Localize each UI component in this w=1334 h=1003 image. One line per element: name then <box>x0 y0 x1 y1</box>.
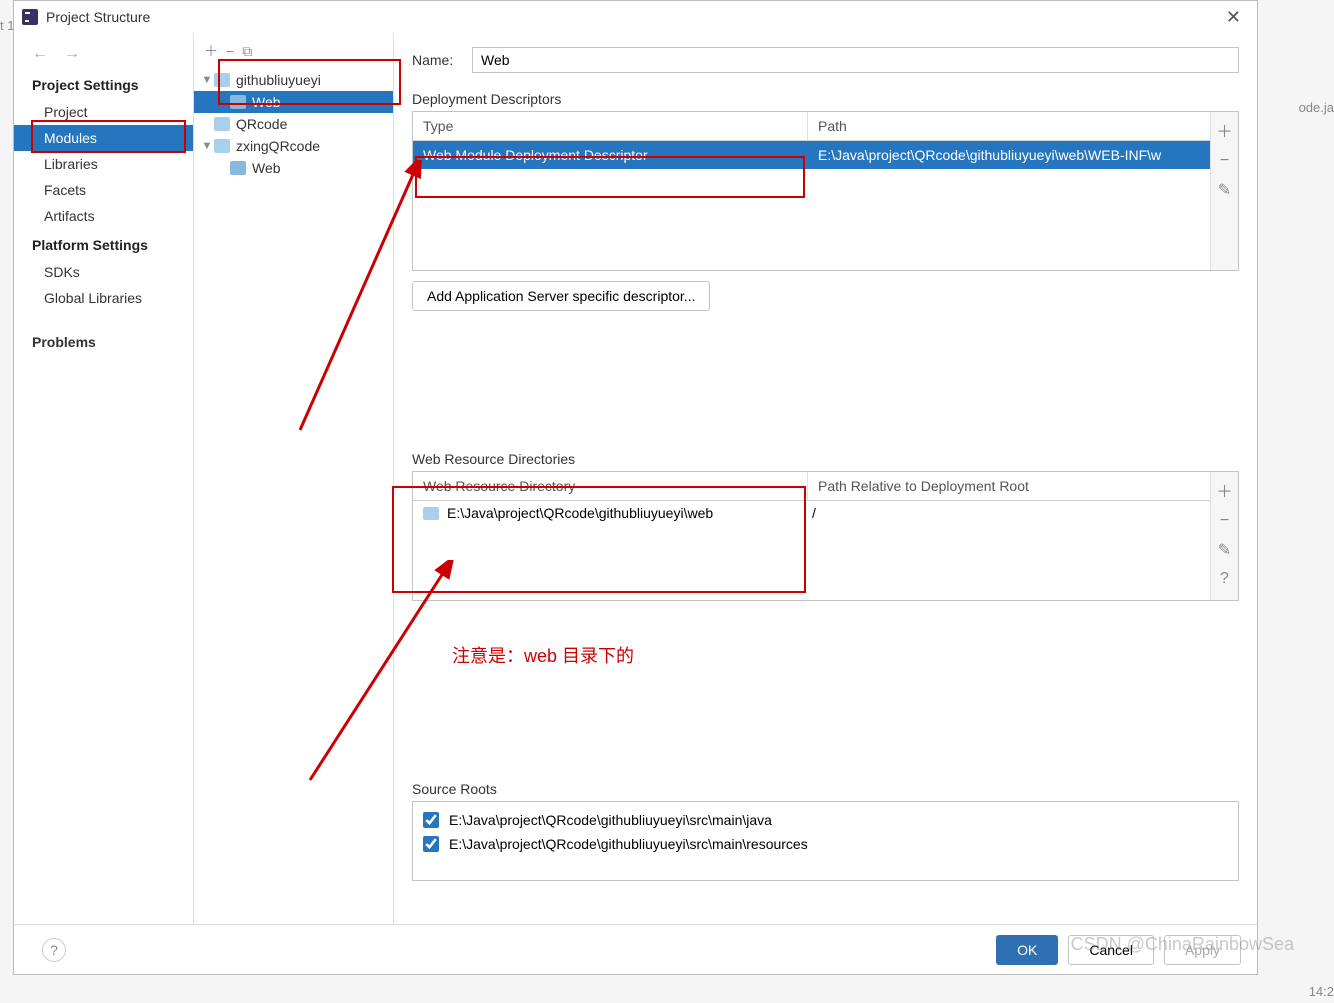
sidebar-item-artifacts[interactable]: Artifacts <box>14 203 193 229</box>
tree-toolbar: ＋ − ⧉ <box>194 33 393 69</box>
cell-relative: / <box>812 505 816 521</box>
add-icon[interactable]: ＋ <box>1216 478 1232 502</box>
add-icon[interactable]: ＋ <box>1216 118 1232 142</box>
platform-settings-label: Platform Settings <box>14 229 193 259</box>
web-resource-row[interactable]: E:\Java\project\QRcode\githubliuyueyi\we… <box>413 501 1238 525</box>
table-header: Web Resource Directory Path Relative to … <box>413 472 1238 501</box>
web-resource-directories-label: Web Resource Directories <box>412 451 1239 467</box>
sidebar-item-project[interactable]: Project <box>14 99 193 125</box>
sidebar-item-problems[interactable]: Problems <box>14 329 193 355</box>
sidebar-item-facets[interactable]: Facets <box>14 177 193 203</box>
tree-node-githubliuyueyi[interactable]: ▼ githubliuyueyi <box>194 69 393 91</box>
col-path: Path <box>808 112 1238 140</box>
col-type: Type <box>413 112 808 140</box>
deployment-descriptors-label: Deployment Descriptors <box>412 91 1239 107</box>
name-row: Name: <box>412 47 1239 73</box>
tree-label: QRcode <box>236 116 287 132</box>
table-actions: ＋ − ✎ <box>1210 112 1238 270</box>
app-icon <box>22 9 38 25</box>
edit-icon[interactable]: ✎ <box>1218 180 1231 200</box>
deployment-descriptor-row[interactable]: Web Module Deployment Descriptor E:\Java… <box>413 141 1238 169</box>
source-root-checkbox[interactable] <box>423 812 439 828</box>
copy-icon[interactable]: ⧉ <box>242 43 252 60</box>
web-resource-directories-table: Web Resource Directory Path Relative to … <box>412 471 1239 601</box>
source-root-path: E:\Java\project\QRcode\githubliuyueyi\sr… <box>449 812 772 828</box>
main-area: ← → Project Settings Project Modules Lib… <box>14 33 1257 924</box>
help-icon[interactable]: ? <box>42 938 66 962</box>
titlebar: Project Structure ✕ <box>14 1 1257 33</box>
bg-text: ode.ja <box>1299 100 1334 115</box>
folder-icon <box>214 117 230 131</box>
col-path-relative: Path Relative to Deployment Root <box>808 472 1238 500</box>
web-icon <box>230 161 246 175</box>
sidebar: ← → Project Settings Project Modules Lib… <box>14 33 194 924</box>
tree-label: Web <box>252 94 281 110</box>
watermark: CSDN @ChinaRainbowSea <box>1071 934 1294 955</box>
source-roots-box: E:\Java\project\QRcode\githubliuyueyi\sr… <box>412 801 1239 881</box>
web-icon <box>230 95 246 109</box>
tree-label: Web <box>252 160 281 176</box>
name-input[interactable] <box>472 47 1239 73</box>
sidebar-item-sdks[interactable]: SDKs <box>14 259 193 285</box>
source-root-checkbox[interactable] <box>423 836 439 852</box>
tree-label: zxingQRcode <box>236 138 320 154</box>
source-root-row[interactable]: E:\Java\project\QRcode\githubliuyueyi\sr… <box>413 832 1238 856</box>
edit-icon[interactable]: ✎ <box>1218 540 1231 560</box>
module-tree-panel: ＋ − ⧉ ▼ githubliuyueyi Web QRcode <box>194 33 394 924</box>
tree-node-qrcode[interactable]: QRcode <box>194 113 393 135</box>
source-root-row[interactable]: E:\Java\project\QRcode\githubliuyueyi\sr… <box>413 808 1238 832</box>
dialog-title: Project Structure <box>46 9 1218 25</box>
ok-button[interactable]: OK <box>996 935 1058 965</box>
table-actions: ＋ − ✎ ? <box>1210 472 1238 600</box>
remove-icon[interactable]: − <box>226 43 234 59</box>
add-icon[interactable]: ＋ <box>204 41 218 61</box>
nav-arrows: ← → <box>14 39 193 69</box>
cell-type: Web Module Deployment Descriptor <box>413 141 808 169</box>
project-settings-label: Project Settings <box>14 69 193 99</box>
sidebar-item-modules[interactable]: Modules <box>14 125 193 151</box>
add-app-server-descriptor-button[interactable]: Add Application Server specific descript… <box>412 281 710 311</box>
help-icon[interactable]: ? <box>1220 570 1229 588</box>
tree-node-web-2[interactable]: Web <box>194 157 393 179</box>
annotation-text: 注意是：web 目录下的 <box>452 642 634 668</box>
name-label: Name: <box>412 52 472 68</box>
close-button[interactable]: ✕ <box>1218 5 1249 30</box>
chevron-down-icon: ▼ <box>200 140 214 152</box>
remove-icon[interactable]: − <box>1220 512 1229 530</box>
back-arrow-icon[interactable]: ← <box>26 43 54 65</box>
folder-icon <box>214 73 230 87</box>
forward-arrow-icon[interactable]: → <box>58 43 86 65</box>
project-structure-dialog: Project Structure ✕ ← → Project Settings… <box>13 0 1258 975</box>
chevron-down-icon: ▼ <box>200 74 214 86</box>
source-root-path: E:\Java\project\QRcode\githubliuyueyi\sr… <box>449 836 808 852</box>
content-panel: Name: Deployment Descriptors Type Path W… <box>394 33 1257 924</box>
table-header: Type Path <box>413 112 1238 141</box>
sidebar-item-libraries[interactable]: Libraries <box>14 151 193 177</box>
remove-icon[interactable]: − <box>1220 152 1229 170</box>
folder-icon <box>214 139 230 153</box>
folder-icon <box>423 507 439 520</box>
deployment-descriptors-table: Type Path Web Module Deployment Descript… <box>412 111 1239 271</box>
tree-node-web-1[interactable]: Web <box>194 91 393 113</box>
sidebar-item-global-libraries[interactable]: Global Libraries <box>14 285 193 311</box>
cell-dir: E:\Java\project\QRcode\githubliuyueyi\we… <box>447 505 812 521</box>
tree-label: githubliuyueyi <box>236 72 321 88</box>
module-tree: ▼ githubliuyueyi Web QRcode ▼ zxingQRcod… <box>194 69 393 179</box>
cell-path: E:\Java\project\QRcode\githubliuyueyi\we… <box>808 141 1238 169</box>
source-roots-label: Source Roots <box>412 781 1239 797</box>
col-web-resource-dir: Web Resource Directory <box>413 472 808 500</box>
tree-node-zxingqrcode[interactable]: ▼ zxingQRcode <box>194 135 393 157</box>
bg-text: 14:2 <box>1309 984 1334 999</box>
